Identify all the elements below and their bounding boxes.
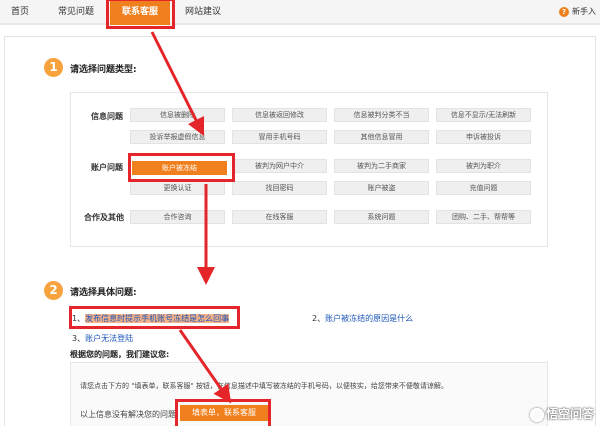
step2-title: 请选择具体问题: [70,288,137,298]
category-label-coop: 合作及其他 [84,213,124,222]
wukong-logo-icon [529,407,544,422]
question-link-3[interactable]: 3、账户无法登陆 [72,333,133,344]
question-num-3: 3、 [72,334,86,343]
nav-home[interactable]: 首页 [0,0,40,25]
chip-account-stolen[interactable]: 账户被盗 [334,181,429,195]
chip-judged-agent[interactable]: 被判为网户中介 [232,159,327,173]
newbie-link[interactable]: ? 新手入 [559,0,596,25]
chip-phone-misuse[interactable]: 冒用手机号码 [232,130,327,144]
advice-text: 请您点击下方的 "填表单，联系客服" 按钮，在信息描述中填写被冻结的手机号码，以… [80,382,448,390]
category-label-info: 信息问题 [91,112,123,121]
nav-site-suggestion[interactable]: 网站建议 [172,0,234,25]
newbie-label: 新手入 [572,7,596,16]
category-label-account: 账户问题 [91,163,123,172]
watermark-text: 悟空问答 [545,407,594,421]
watermark: 悟空问答 [529,405,594,422]
highlight-box-frozen [128,153,235,182]
chip-judged-merchant[interactable]: 被判为二手商家 [334,159,429,173]
question-text-3: 账户无法登陆 [85,334,134,343]
step1-title: 请选择问题类型: [70,65,137,75]
highlight-box-button [175,399,271,426]
question-icon: ? [559,6,569,17]
question-text-2: 账户被冻结的原因是什么 [325,314,414,323]
chip-other-misuse[interactable]: 其他信息冒用 [334,130,429,144]
highlight-box-question [69,306,240,329]
chip-judged-recruiter[interactable]: 被判为职介 [436,159,531,173]
chip-report-fake[interactable]: 投诉举报虚假信息 [130,130,225,144]
step2-circle: 2 [44,281,63,300]
question-link-2[interactable]: 2、账户被冻结的原因是什么 [312,313,413,324]
highlight-box-nav [106,0,175,29]
chip-info-misclassified[interactable]: 信息被判分类不当 [334,108,429,122]
chip-groupbuy[interactable]: 团购、二手、帮帮等 [436,210,531,224]
chip-info-returned[interactable]: 信息被返回修改 [232,108,327,122]
step1-circle: 1 [44,58,63,77]
chip-recover-password[interactable]: 找回密码 [232,181,327,195]
question-num-2: 2、 [312,314,326,323]
chip-cooperation[interactable]: 合作咨询 [130,210,225,224]
chip-recharge[interactable]: 充值问题 [436,181,531,195]
top-nav: 首页 常见问题 联系客服 网站建议 ? 新手入 [0,0,600,25]
chip-system-issue[interactable]: 系统问题 [334,210,429,224]
chip-info-not-shown[interactable]: 信息不显示/无法刷新 [436,108,531,122]
unresolved-text: 以上信息没有解决您的问题 [80,410,176,419]
chip-online-service[interactable]: 在线客服 [232,210,327,224]
nav-faq[interactable]: 常见问题 [42,0,110,25]
chip-change-cert[interactable]: 更换认证 [130,181,225,195]
chip-info-deleted[interactable]: 信息被删除 [130,108,225,122]
advice-title: 根据您的问题，我们建议您: [70,350,170,359]
chip-appeal[interactable]: 申诉被投诉 [436,130,531,144]
